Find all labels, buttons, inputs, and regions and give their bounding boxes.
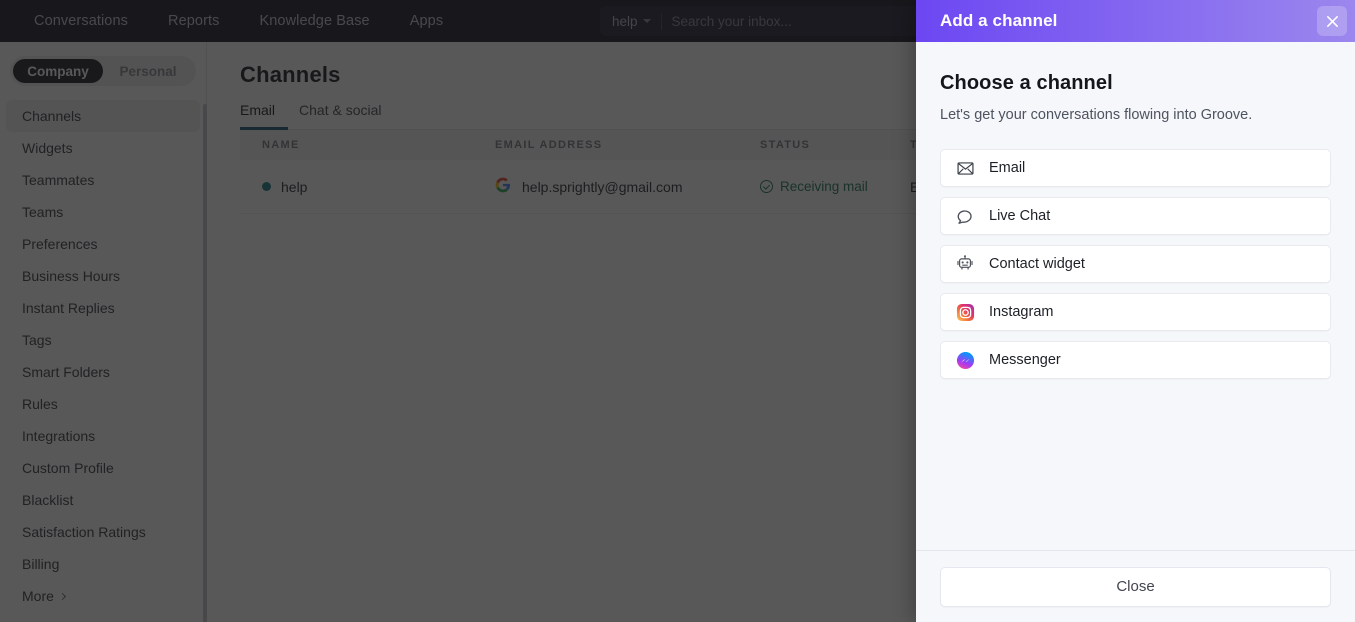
channel-option-messenger-label: Messenger: [989, 352, 1061, 368]
messenger-icon: [955, 350, 975, 370]
close-icon: [1326, 15, 1338, 27]
close-modal-button[interactable]: Close: [940, 566, 1331, 607]
channel-option-list: Email Live Chat Contact widget Instagram…: [940, 149, 1331, 379]
close-button[interactable]: [1317, 6, 1347, 36]
channel-option-email-label: Email: [989, 160, 1026, 176]
instagram-icon: [955, 302, 975, 322]
channel-option-instagram[interactable]: Instagram: [940, 293, 1331, 331]
envelope-icon: [955, 158, 975, 178]
app-root: Conversations Reports Knowledge Base App…: [0, 0, 1355, 622]
modal-heading: Choose a channel: [940, 72, 1113, 94]
modal-body: Choose a channel Let's get your conversa…: [916, 42, 1355, 550]
channel-option-messenger[interactable]: Messenger: [940, 341, 1331, 379]
modal-title: Add a channel: [940, 11, 1058, 30]
robot-icon: [955, 254, 975, 274]
channel-option-contact-widget-label: Contact widget: [989, 256, 1085, 272]
channel-option-live-chat[interactable]: Live Chat: [940, 197, 1331, 235]
modal-footer: Close: [916, 550, 1355, 622]
chat-bubble-icon: [955, 206, 975, 226]
channel-option-contact-widget[interactable]: Contact widget: [940, 245, 1331, 283]
modal-subheading: Let's get your conversations flowing int…: [940, 107, 1253, 123]
channel-option-live-chat-label: Live Chat: [989, 208, 1051, 224]
channel-option-email[interactable]: Email: [940, 149, 1331, 187]
add-channel-modal: Add a channel Choose a channel Let's get…: [916, 0, 1355, 622]
channel-option-instagram-label: Instagram: [989, 304, 1054, 320]
modal-header: Add a channel: [916, 0, 1355, 42]
